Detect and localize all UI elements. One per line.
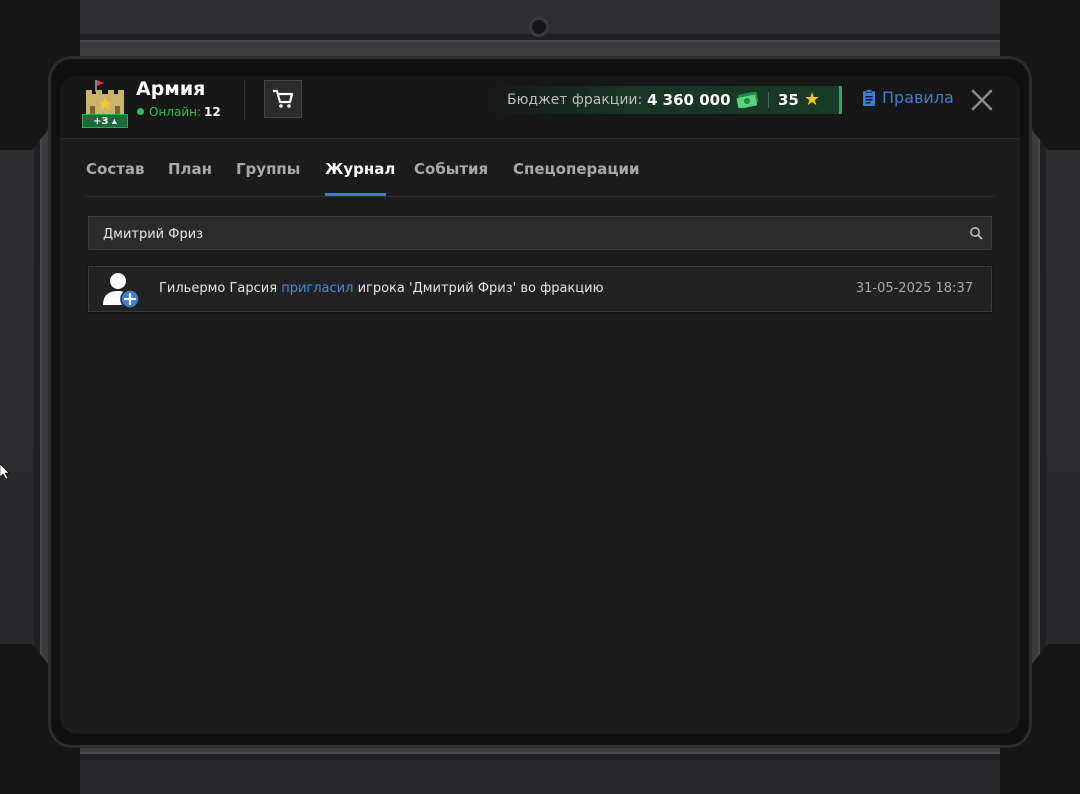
log-timestamp: 31-05-2025 18:37 (855, 281, 973, 296)
tab-journal[interactable]: Журнал (325, 160, 395, 196)
rules-link[interactable]: Правила (862, 88, 954, 107)
online-status: Онлайн: 12 (137, 105, 221, 119)
faction-panel: +3 ▴ Армия Онлайн: 12 Бюджет фракции: 4 3… (60, 76, 1020, 734)
close-button[interactable] (968, 86, 996, 114)
tab-sostav[interactable]: Состав (86, 160, 145, 196)
star-icon: ★ (804, 89, 821, 110)
budget-separator (768, 92, 769, 108)
game-background: +3 ▴ Армия Онлайн: 12 Бюджет фракции: 4 3… (0, 0, 1080, 794)
online-count: 12 (204, 105, 221, 119)
tab-groups[interactable]: Группы (236, 160, 300, 196)
clipboard-icon (863, 88, 875, 106)
faction-name: Армия (136, 78, 206, 100)
online-dot-icon (137, 108, 144, 115)
level-badge: +3 ▴ (82, 114, 128, 128)
user-add-icon (103, 273, 140, 309)
tab-plan[interactable]: План (168, 160, 212, 196)
cart-icon (273, 89, 294, 108)
log-entry-text: Гильермо Гарсия пригласил игрока 'Дмитри… (159, 281, 604, 296)
level-badge-text: +3 (93, 116, 109, 127)
tablet-camera (532, 20, 546, 34)
mouse-cursor-icon (0, 464, 10, 480)
header-divider (244, 80, 245, 120)
stars-value: 35 (778, 91, 799, 109)
search-icon[interactable] (969, 226, 983, 240)
rules-label: Правила (882, 88, 954, 107)
online-label: Онлайн: (149, 105, 202, 119)
money-icon (736, 92, 759, 108)
level-up-arrow-icon: ▴ (111, 116, 117, 127)
tab-special-ops[interactable]: Спецоперации (513, 160, 640, 196)
budget-label: Бюджет фракции: (507, 92, 643, 108)
log-details: игрока 'Дмитрий Фриз' во фракцию (357, 281, 604, 296)
close-icon (971, 89, 993, 111)
log-action: пригласил (281, 281, 354, 296)
shop-cart-button[interactable] (264, 80, 302, 118)
panel-header: +3 ▴ Армия Онлайн: 12 Бюджет фракции: 4 3… (60, 76, 1020, 139)
log-entry: Гильермо Гарсия пригласил игрока 'Дмитри… (88, 266, 992, 312)
search-input[interactable] (101, 217, 945, 251)
tab-bar: Состав План Группы Журнал События Спецоп… (86, 138, 994, 197)
search-box (88, 216, 992, 251)
budget-value: 4 360 000 (647, 91, 731, 109)
tab-events[interactable]: События (414, 160, 488, 196)
faction-budget: Бюджет фракции: 4 360 000 35 ★ (492, 86, 842, 114)
log-actor: Гильермо Гарсия (159, 281, 278, 296)
